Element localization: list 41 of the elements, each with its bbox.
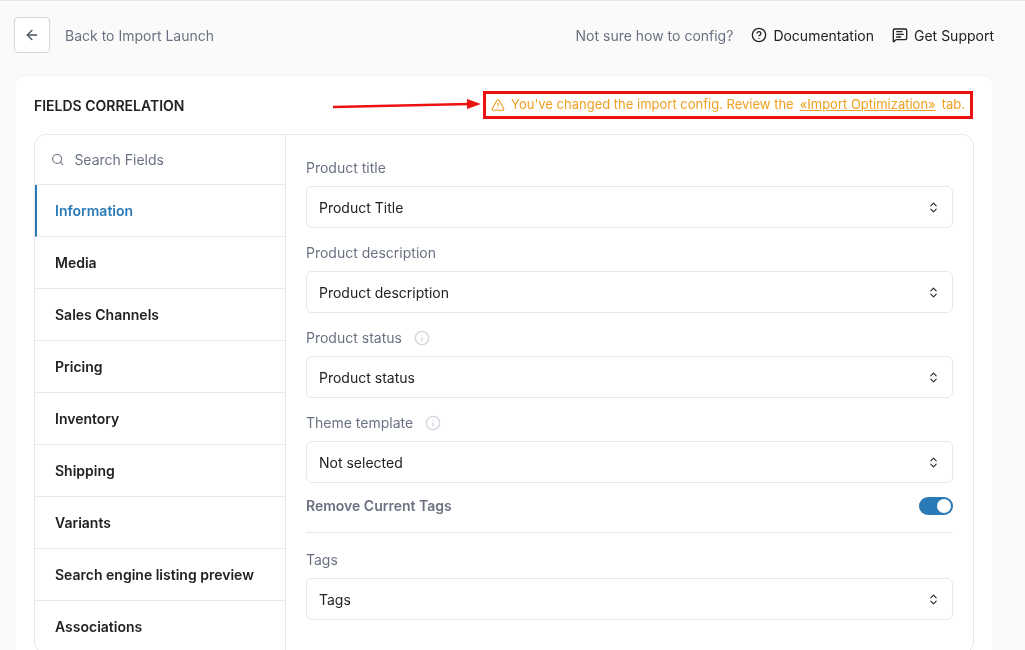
sort-icon	[927, 200, 940, 214]
select-field[interactable]: Product description	[306, 271, 953, 313]
field-label: Product title	[306, 158, 386, 178]
back-label: Back to Import Launch	[65, 25, 215, 46]
back-button[interactable]	[14, 17, 50, 53]
toggle-switch[interactable]	[919, 496, 953, 515]
section-tab[interactable]: Associations	[35, 601, 285, 650]
section-tab[interactable]: Shipping	[35, 445, 285, 497]
section-tab[interactable]: Sales Channels	[35, 289, 285, 341]
search-icon	[51, 152, 65, 167]
documentation-link[interactable]: Documentation	[751, 24, 874, 46]
section-tab[interactable]: Information	[35, 185, 285, 237]
select-field[interactable]: Tags	[306, 578, 953, 620]
field-label: Tags	[306, 550, 338, 570]
sort-icon	[927, 285, 940, 299]
select-field[interactable]: Not selected	[306, 441, 953, 483]
select-field[interactable]: Product status	[306, 356, 953, 398]
sort-icon	[927, 455, 940, 469]
section-tab[interactable]: Search engine listing preview	[35, 549, 285, 601]
card-title: FIELDS CORRELATION	[34, 95, 185, 116]
toggle-label: Remove Current Tags	[306, 496, 452, 516]
field-label: Theme template	[306, 413, 414, 433]
info-icon	[413, 329, 430, 346]
section-tab[interactable]: Pricing	[35, 341, 285, 393]
help-icon	[751, 27, 768, 43]
section-tab[interactable]: Variants	[35, 497, 285, 549]
support-link[interactable]: Get Support	[892, 24, 994, 46]
field-label: Product status	[306, 328, 402, 348]
select-field[interactable]: Product Title	[306, 186, 953, 228]
warning-icon	[491, 98, 506, 112]
sort-icon	[927, 370, 940, 384]
sort-icon	[927, 592, 940, 606]
section-tab[interactable]: Media	[35, 237, 285, 289]
chat-icon	[892, 27, 908, 43]
warning-text: You've changed the import config. Review the	[511, 95, 794, 115]
section-tab[interactable]: Inventory	[35, 393, 285, 445]
search-field[interactable]: Search Fields	[74, 149, 269, 170]
info-icon	[425, 414, 442, 431]
help-text: Not sure how to config?	[575, 25, 734, 46]
field-label: Product description	[306, 243, 436, 263]
warning-text-end: tab.	[941, 95, 965, 115]
